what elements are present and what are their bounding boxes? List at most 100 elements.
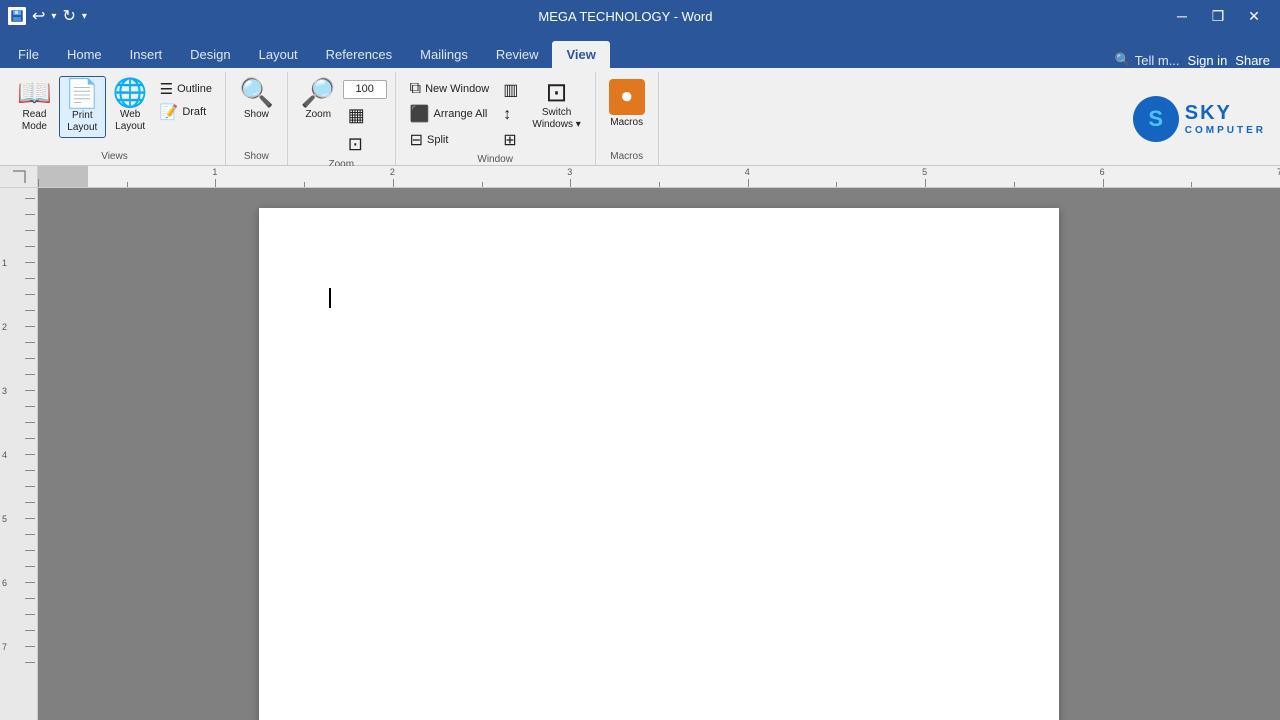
- macros-buttons: ⏺ Macros: [604, 72, 650, 151]
- split-button[interactable]: ⊟ Split: [405, 128, 495, 152]
- web-layout-label: WebLayout: [115, 109, 145, 133]
- document-area[interactable]: [38, 188, 1280, 720]
- print-layout-icon: 📄: [65, 80, 100, 108]
- tab-file[interactable]: File: [4, 41, 53, 68]
- switch-windows-button[interactable]: ⊡ SwitchWindows ▾: [527, 76, 585, 134]
- arrange-all-label: Arrange All: [434, 108, 488, 120]
- read-mode-icon: 📖: [17, 79, 52, 107]
- ruler-inner: 1234567: [38, 166, 1280, 187]
- outline-icon: ☰: [160, 80, 173, 98]
- tab-view[interactable]: View: [552, 41, 609, 68]
- zoom-wide-button[interactable]: ⊡: [343, 132, 387, 157]
- draft-label: Draft: [182, 106, 206, 118]
- sync-scroll-button[interactable]: ↕: [498, 104, 523, 126]
- read-mode-label: ReadMode: [22, 109, 47, 133]
- macros-icon: ⏺: [609, 79, 645, 115]
- switch-windows-icon: ⊡: [546, 79, 568, 105]
- zoom-grid-button[interactable]: ▦: [343, 103, 387, 128]
- ruler-corner[interactable]: [0, 166, 38, 187]
- new-window-button[interactable]: ⧉ New Window: [405, 78, 495, 100]
- sky-logo-area: S SKY COMPUTER: [1133, 72, 1276, 165]
- window-controls: ─ ❒ ✕: [1164, 0, 1272, 32]
- show-button[interactable]: 🔍 Show: [234, 76, 279, 124]
- outline-button[interactable]: ☰ Outline: [155, 78, 217, 100]
- show-label: Show: [244, 109, 269, 121]
- zoom-grid-icon: ▦: [348, 105, 365, 126]
- window-buttons: ⧉ New Window ⬛ Arrange All ⊟ Split ▥ ↕: [405, 72, 586, 154]
- vertical-ruler: 1234567: [0, 188, 38, 720]
- show-icon: 🔍: [239, 79, 274, 107]
- redo-icon[interactable]: ↻: [62, 6, 75, 26]
- tab-design[interactable]: Design: [176, 41, 244, 68]
- ribbon-group-macros: ⏺ Macros Macros: [596, 72, 659, 165]
- zoom-buttons: 🔎 Zoom 100 ▦ ⊡: [296, 72, 387, 159]
- draft-icon: 📝: [160, 103, 179, 121]
- sky-text-area: SKY COMPUTER: [1185, 102, 1266, 136]
- draft-button[interactable]: 📝 Draft: [155, 101, 217, 123]
- undo-dropdown[interactable]: ▾: [51, 11, 56, 22]
- main-area: 1234567: [0, 188, 1280, 720]
- horizontal-ruler: 1234567: [38, 166, 1280, 187]
- save-icon[interactable]: [8, 7, 26, 25]
- macros-group-label: Macros: [604, 151, 650, 165]
- title-bar: ↩ ▾ ↻ ▾ MEGA TECHNOLOGY - Word ─ ❒ ✕: [0, 0, 1280, 32]
- zoom-button[interactable]: 🔎 Zoom: [296, 76, 341, 124]
- arrange-all-button[interactable]: ⬛ Arrange All: [405, 102, 495, 126]
- tell-me-area[interactable]: 🔍 Tell m...: [1115, 52, 1180, 68]
- ruler-area: 1234567: [0, 166, 1280, 188]
- zoom-icon: 🔎: [301, 79, 336, 107]
- ribbon-right: 🔍 Tell m... Sign in Share: [1115, 52, 1280, 68]
- tab-layout[interactable]: Layout: [245, 41, 312, 68]
- views-group-label: Views: [12, 151, 217, 165]
- new-window-icon: ⧉: [410, 80, 421, 98]
- show-buttons: 🔍 Show: [234, 72, 279, 151]
- web-layout-button[interactable]: 🌐 WebLayout: [108, 76, 153, 136]
- document-page[interactable]: [259, 208, 1059, 720]
- tell-me-text[interactable]: Tell m...: [1135, 53, 1180, 68]
- switch-windows-label: SwitchWindows ▾: [532, 107, 580, 131]
- zoom-100-label: 100: [356, 83, 374, 96]
- tab-review[interactable]: Review: [482, 41, 553, 68]
- sign-in-button[interactable]: Sign in: [1188, 53, 1228, 68]
- title-bar-title: MEGA TECHNOLOGY - Word: [87, 9, 1164, 24]
- split-icon: ⊟: [410, 130, 423, 150]
- close-button[interactable]: ✕: [1236, 0, 1272, 32]
- sky-text: SKY: [1185, 102, 1266, 125]
- zoom-100-button[interactable]: 100: [343, 80, 387, 99]
- side-by-side-button[interactable]: ▥: [498, 78, 523, 102]
- search-icon: 🔍: [1115, 52, 1131, 68]
- outline-label: Outline: [177, 83, 212, 95]
- sync-scroll-icon: ↕: [503, 106, 511, 124]
- undo-icon[interactable]: ↩: [32, 6, 45, 26]
- title-bar-left: ↩ ▾ ↻ ▾: [8, 6, 87, 26]
- tab-references[interactable]: References: [312, 41, 406, 68]
- tab-mailings[interactable]: Mailings: [406, 41, 482, 68]
- minimize-button[interactable]: ─: [1164, 0, 1200, 32]
- arrange-all-icon: ⬛: [410, 104, 430, 124]
- macros-button[interactable]: ⏺ Macros: [604, 76, 650, 132]
- reset-window-button[interactable]: ⊞: [498, 128, 523, 152]
- tab-home[interactable]: Home: [53, 41, 116, 68]
- web-layout-icon: 🌐: [113, 79, 148, 107]
- sky-logo: S SKY COMPUTER: [1133, 96, 1266, 142]
- side-by-side-icon: ▥: [503, 80, 518, 100]
- tab-insert[interactable]: Insert: [116, 41, 177, 68]
- show-group-label: Show: [234, 151, 279, 165]
- macros-label: Macros: [610, 117, 643, 129]
- restore-button[interactable]: ❒: [1200, 0, 1236, 32]
- ribbon-group-show: 🔍 Show Show: [226, 72, 288, 165]
- print-layout-label: PrintLayout: [67, 110, 97, 134]
- split-label: Split: [427, 134, 448, 146]
- print-layout-button[interactable]: 📄 PrintLayout: [59, 76, 106, 138]
- computer-text: COMPUTER: [1185, 125, 1266, 136]
- share-button[interactable]: Share: [1235, 53, 1270, 68]
- reset-window-icon: ⊞: [503, 130, 516, 150]
- views-buttons: 📖 ReadMode 📄 PrintLayout 🌐 WebLayout ☰ O…: [12, 72, 217, 151]
- read-mode-button[interactable]: 📖 ReadMode: [12, 76, 57, 136]
- zoom-label: Zoom: [305, 109, 331, 121]
- ribbon: 📖 ReadMode 📄 PrintLayout 🌐 WebLayout ☰ O…: [0, 68, 1280, 166]
- ribbon-tabs: File Home Insert Design Layout Reference…: [0, 32, 1280, 68]
- zoom-wide-icon: ⊡: [348, 134, 363, 155]
- ribbon-group-window: ⧉ New Window ⬛ Arrange All ⊟ Split ▥ ↕: [396, 72, 596, 165]
- sky-s-letter: S: [1148, 106, 1163, 132]
